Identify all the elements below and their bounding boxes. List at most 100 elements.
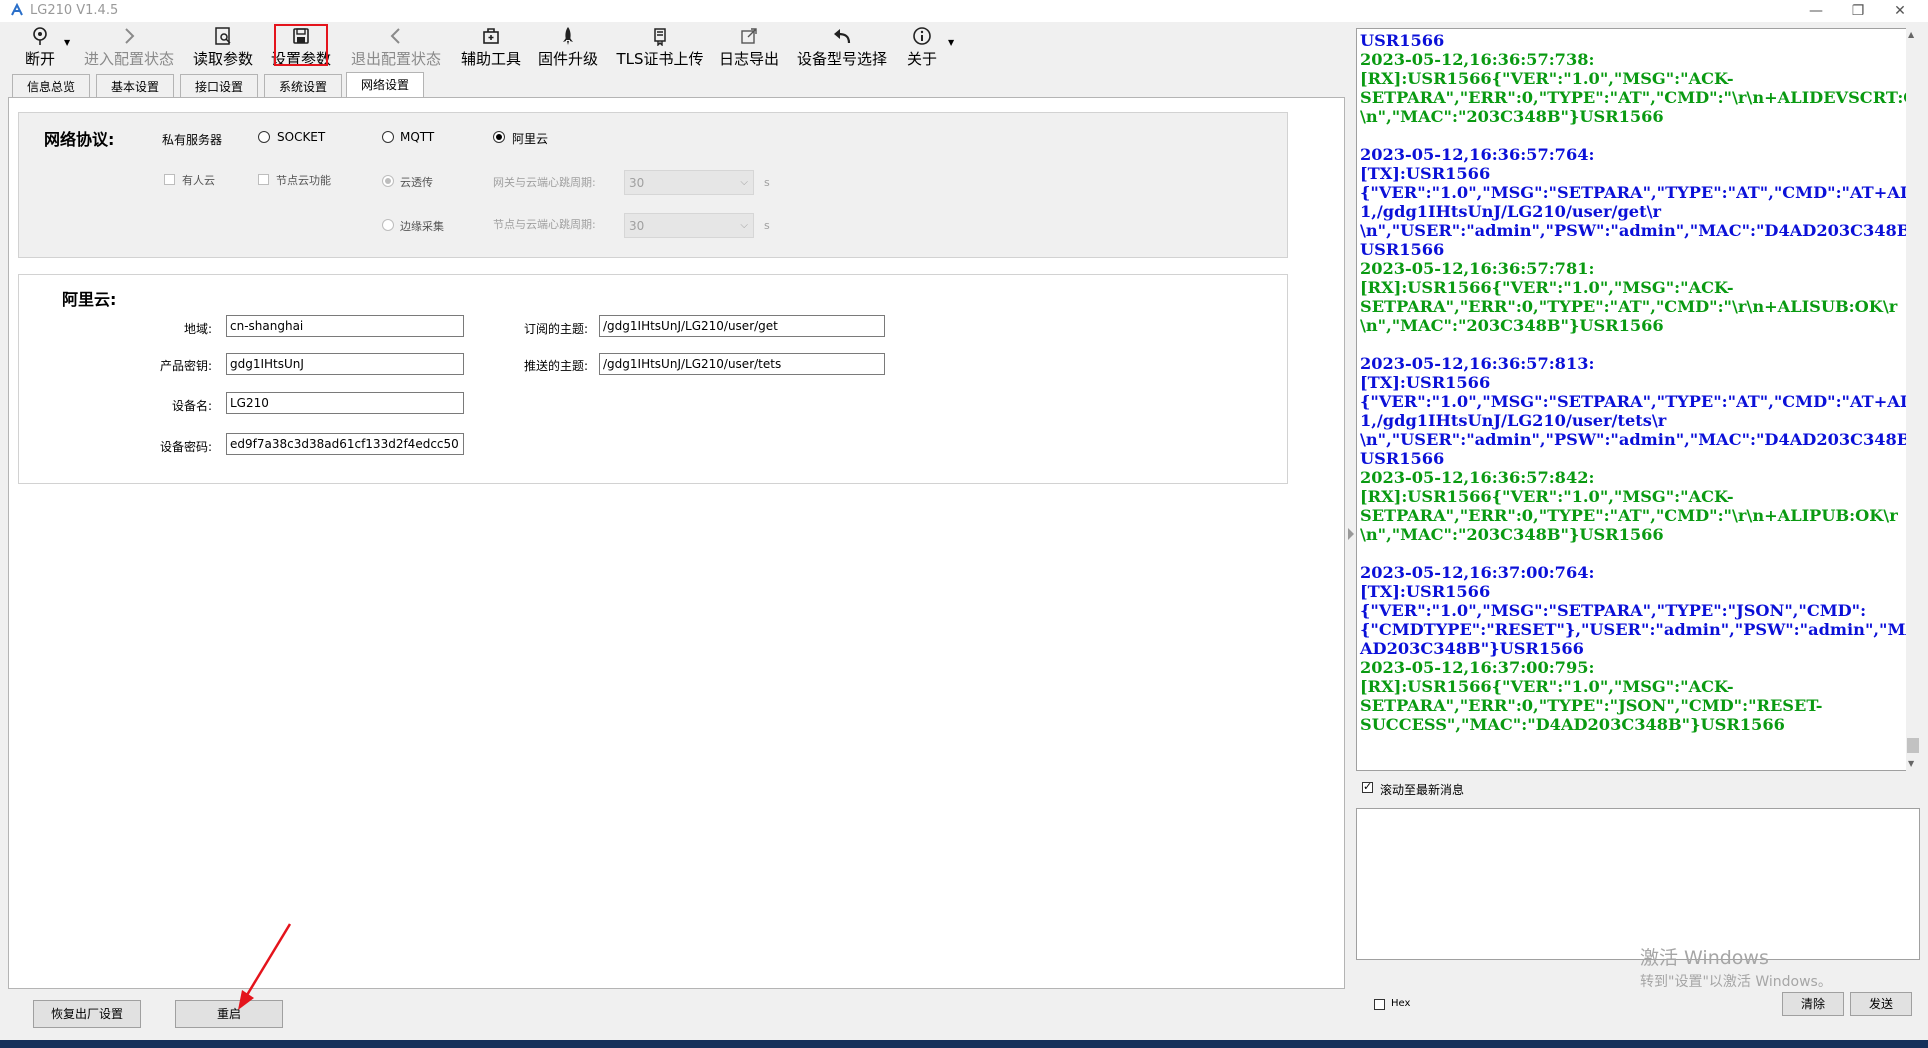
log-line: \n","USER":"admin","PSW":"admin","MAC":"… bbox=[1360, 221, 1920, 240]
radio-aliyun[interactable] bbox=[493, 131, 505, 143]
log-line: [RX]:USR1566{"VER":"1.0","MSG":"ACK- bbox=[1360, 69, 1734, 88]
clear-button[interactable]: 清除 bbox=[1782, 992, 1844, 1016]
toolbar-firmware-button[interactable]: 固件升级 bbox=[533, 26, 603, 68]
factory-reset-button[interactable]: 恢复出厂设置 bbox=[33, 1000, 141, 1028]
log-line: \n","MAC":"203C348B"}USR1566 bbox=[1360, 525, 1664, 544]
checkbox-autoscroll[interactable] bbox=[1362, 780, 1373, 793]
close-button[interactable]: ✕ bbox=[1880, 0, 1920, 22]
toolbar-label: 退出配置状态 bbox=[350, 50, 441, 68]
log-line: 2023-05-12,16:36:57:842: bbox=[1360, 468, 1595, 487]
log-line: 1,/gdg1IHtsUnJ/LG210/user/tets\r bbox=[1360, 411, 1667, 430]
window-title: LG210 V1.4.5 bbox=[30, 3, 119, 18]
toolbar-tls-upload-button[interactable]: TLS证书上传 bbox=[612, 26, 708, 68]
send-button[interactable]: 发送 bbox=[1850, 992, 1912, 1016]
undo-arrow-icon bbox=[834, 29, 851, 44]
toolbar-enter-config-button[interactable]: 进入配置状态 bbox=[79, 26, 179, 68]
toolbar-device-model-button[interactable]: 设备型号选择 bbox=[792, 26, 892, 68]
log-scrollbar-thumb[interactable] bbox=[1907, 738, 1919, 753]
log-line: [RX]:USR1566{"VER":"1.0","MSG":"ACK- bbox=[1360, 278, 1734, 297]
scroll-up-icon[interactable]: ▲ bbox=[1908, 30, 1914, 39]
activation-watermark-title: 激活 Windows bbox=[1640, 947, 1769, 969]
radio-aliyun-label: 阿里云 bbox=[512, 132, 549, 146]
log-line: AD203C348B"}USR1566 bbox=[1360, 639, 1584, 658]
log-line: [RX]:USR1566{"VER":"1.0","MSG":"ACK- bbox=[1360, 677, 1734, 696]
minimize-button[interactable]: — bbox=[1796, 0, 1836, 22]
toolbar-log-export-button[interactable]: 日志导出 bbox=[714, 26, 784, 68]
chevron-down-icon: ⌵ bbox=[740, 220, 748, 231]
toolbar-label: 断开 bbox=[24, 50, 55, 68]
toolbar-disconnect-button[interactable]: 断开 bbox=[20, 26, 60, 68]
tab-network-settings[interactable]: 网络设置 bbox=[346, 72, 424, 100]
sub-topic-input[interactable]: /gdg1IHtsUnJ/LG210/user/get bbox=[599, 315, 885, 337]
dropdown-arrow-icon[interactable]: ▼ bbox=[64, 38, 70, 47]
sub-topic-label: 订阅的主题: bbox=[523, 322, 588, 336]
youren-cloud-label: 有人云 bbox=[182, 174, 215, 187]
highlight-box bbox=[274, 24, 328, 66]
tab-basic-settings[interactable]: 基本设置 bbox=[96, 74, 174, 98]
toolbar-label: TLS证书上传 bbox=[616, 50, 704, 68]
tab-interface-settings[interactable]: 接口设置 bbox=[180, 74, 258, 98]
autoscroll-label: 滚动至最新消息 bbox=[1380, 783, 1465, 797]
node-heartbeat-unit: s bbox=[764, 219, 770, 232]
log-line: [TX]:USR1566 bbox=[1360, 164, 1491, 183]
toolbox-icon bbox=[483, 28, 499, 44]
scroll-down-icon[interactable]: ▼ bbox=[1908, 759, 1914, 768]
gateway-heartbeat-value: 30 bbox=[629, 176, 645, 190]
cloud-transparent-label: 云透传 bbox=[400, 176, 433, 189]
info-icon bbox=[913, 27, 931, 45]
log-panel[interactable]: USR1566 2023-05-12,16:36:57:738: [RX]:USR1… bbox=[1356, 28, 1920, 771]
log-line: 2023-05-12,16:36:57:781: bbox=[1360, 259, 1595, 278]
toolbar-exit-config-button[interactable]: 退出配置状态 bbox=[346, 26, 446, 68]
radio-socket[interactable] bbox=[258, 131, 270, 143]
toolbar-tools-button[interactable]: 辅助工具 bbox=[456, 26, 526, 68]
network-protocol-title: 网络协议: bbox=[44, 130, 115, 149]
log-line: \n","MAC":"203C348B"}USR1566 bbox=[1360, 316, 1664, 335]
radio-mqtt[interactable] bbox=[382, 131, 394, 143]
device-name-input[interactable]: LG210 bbox=[226, 392, 464, 414]
checkbox-hex[interactable] bbox=[1374, 999, 1385, 1010]
chevron-down-icon: ⌵ bbox=[740, 177, 748, 188]
node-heartbeat-select[interactable]: 30 ⌵ bbox=[624, 213, 754, 238]
restore-button[interactable]: ❐ bbox=[1838, 0, 1878, 22]
log-line: SETPARA","ERR":0,"TYPE":"JSON","CMD":"RE… bbox=[1360, 696, 1823, 715]
pub-topic-input[interactable]: /gdg1IHtsUnJ/LG210/user/tets bbox=[599, 353, 885, 375]
tab-overview[interactable]: 信息总览 bbox=[12, 74, 90, 98]
toolbar-about-button[interactable]: 关于 bbox=[900, 26, 944, 68]
log-line: \n","MAC":"203C348B"}USR1566 bbox=[1360, 107, 1664, 126]
node-heartbeat-value: 30 bbox=[629, 219, 645, 233]
radio-socket-label: SOCKET bbox=[277, 130, 326, 144]
toolbar-read-params-button[interactable]: 读取参数 bbox=[188, 26, 258, 68]
log-scrollbar[interactable]: ▲ ▼ bbox=[1906, 28, 1920, 771]
log-line: {"VER":"1.0","MSG":"SETPARA","TYPE":"AT"… bbox=[1360, 392, 1920, 411]
log-entry-tx: 2023-05-12,16:37:00:764: [TX]:USR1566 {"VE… bbox=[1360, 563, 1919, 658]
log-line: 2023-05-12,16:37:00:795: bbox=[1360, 658, 1595, 677]
splitter-arrow-icon bbox=[1348, 528, 1354, 540]
log-entry-rx: 2023-05-12,16:36:57:781: [RX]:USR1566{"VE… bbox=[1360, 259, 1902, 354]
send-textarea[interactable] bbox=[1356, 808, 1920, 960]
gateway-heartbeat-unit: s bbox=[764, 176, 770, 189]
panel-splitter[interactable] bbox=[1346, 28, 1354, 988]
radio-edge-collection[interactable] bbox=[382, 219, 394, 231]
product-key-input[interactable]: gdg1IHtsUnJ bbox=[226, 353, 464, 375]
log-line: USR1566 bbox=[1360, 449, 1445, 468]
device-name-label: 设备名: bbox=[171, 399, 212, 413]
radio-mqtt-label: MQTT bbox=[400, 130, 435, 144]
dropdown-arrow-icon[interactable]: ▼ bbox=[948, 38, 954, 47]
toolbar-label: 固件升级 bbox=[537, 50, 598, 68]
export-icon bbox=[741, 28, 757, 44]
checkbox-youren-cloud[interactable] bbox=[164, 174, 175, 185]
gateway-heartbeat-select[interactable]: 30 ⌵ bbox=[624, 170, 754, 195]
certificate-icon bbox=[654, 28, 666, 46]
region-input[interactable]: cn-shanghai bbox=[226, 315, 464, 337]
hex-label: Hex bbox=[1391, 998, 1411, 1009]
edge-collection-label: 边缘采集 bbox=[400, 220, 444, 233]
radio-cloud-transparent[interactable] bbox=[382, 175, 394, 187]
log-line: 2023-05-12,16:36:57:764: bbox=[1360, 145, 1595, 164]
device-secret-input[interactable]: ed9f7a38c3d38ad61cf133d2f4edcc50 bbox=[226, 433, 464, 455]
rocket-icon bbox=[563, 27, 573, 45]
checkbox-node-cloud[interactable] bbox=[258, 174, 269, 185]
tab-system-settings[interactable]: 系统设置 bbox=[264, 74, 342, 98]
